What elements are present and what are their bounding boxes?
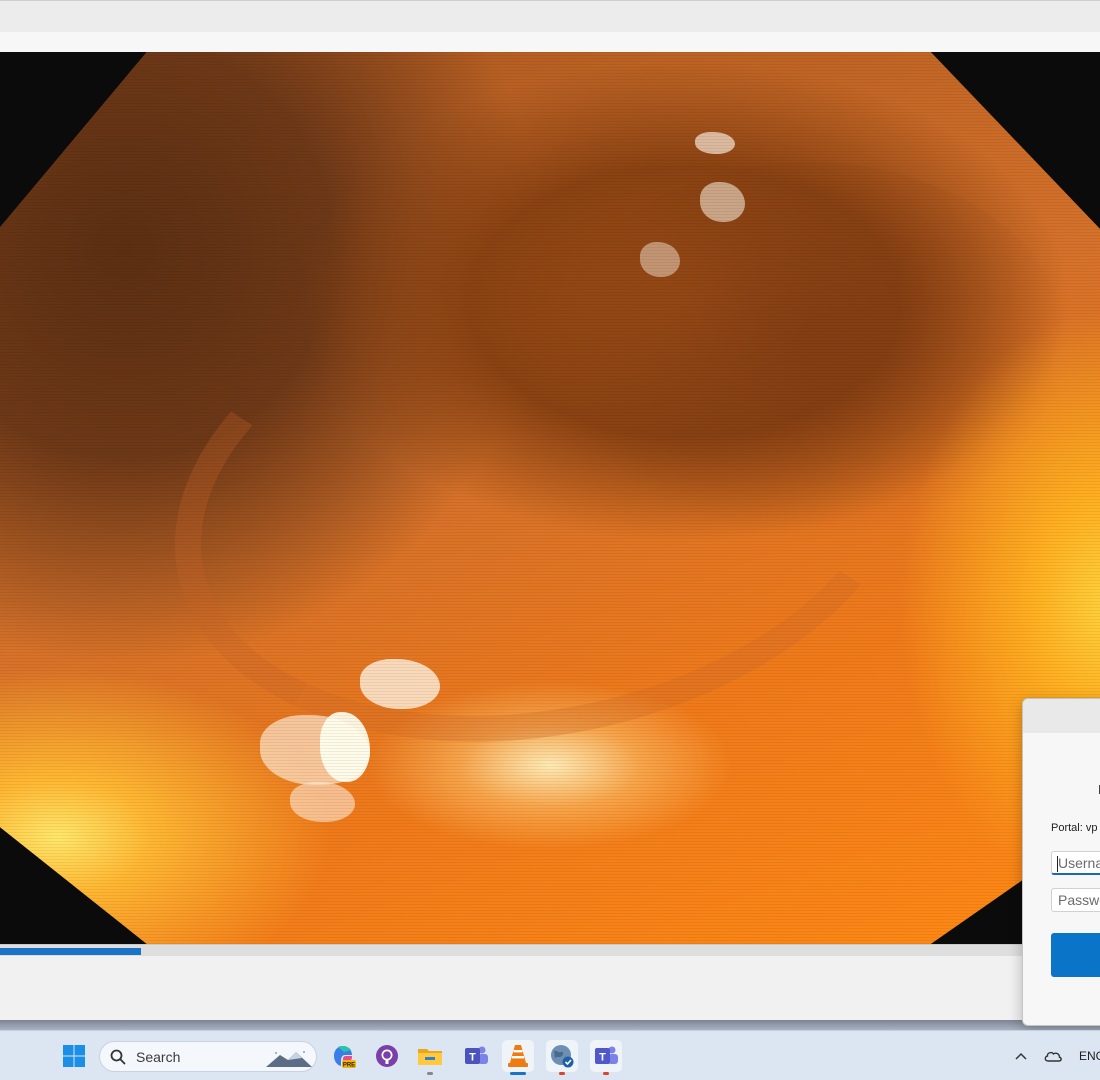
window-title-bar[interactable] [0,0,1100,32]
text-caret [1057,856,1058,872]
active-indicator [510,1072,526,1075]
username-field[interactable]: Userna [1051,851,1100,875]
vpn-globe-icon[interactable] [546,1040,578,1075]
running-indicator [559,1072,565,1075]
running-indicator [603,1072,609,1075]
window-bottom-edge [0,1020,1100,1030]
taskbar-search[interactable]: Search [99,1041,317,1072]
teams-classic-icon[interactable]: T [460,1040,492,1072]
portal-label: Portal: vp [1051,822,1098,834]
onedrive-cloud-icon[interactable] [1037,1040,1069,1072]
search-icon [110,1049,126,1065]
vlc-media-player-icon[interactable] [502,1040,534,1075]
password-placeholder: Passwo [1058,892,1100,908]
github-icon[interactable] [371,1040,403,1072]
svg-text:PRE: PRE [343,1063,355,1069]
seek-progress [0,948,141,955]
connect-button[interactable] [1051,933,1100,977]
password-field[interactable]: Passwo [1051,888,1100,912]
player-controls-bar[interactable] [0,956,1100,1022]
video-display[interactable] [0,52,1100,944]
username-placeholder: Userna [1058,855,1100,871]
running-indicator [427,1072,433,1075]
taskbar: Search PRE T T EN [0,1030,1100,1080]
window-menu-strip [0,32,1100,52]
dialog-title-bar[interactable] [1023,699,1100,733]
microsoft-teams-icon[interactable]: T [590,1040,622,1075]
svg-text:T: T [599,1052,606,1064]
language-indicator[interactable]: ENG [1079,1049,1100,1063]
video-scanlines [0,52,1100,944]
windows-start-icon[interactable] [58,1040,90,1072]
chevron-up-icon[interactable] [1005,1040,1037,1072]
vpn-login-dialog: Portal: vp Userna Passwo [1022,698,1100,1026]
endoscopy-video-frame [0,52,1100,944]
file-explorer-icon[interactable] [414,1040,446,1075]
seek-bar[interactable] [0,944,1100,956]
mountain-highlight-icon [266,1051,312,1067]
search-placeholder: Search [136,1049,181,1065]
copilot-pre-icon[interactable]: PRE [327,1040,359,1072]
svg-text:T: T [469,1052,476,1064]
